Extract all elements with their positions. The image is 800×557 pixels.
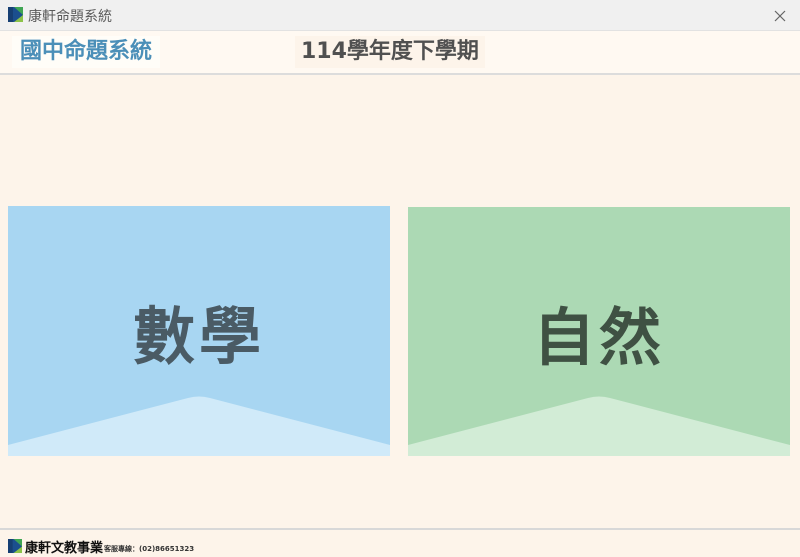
semester-label: 114學年度下學期 [295,36,485,68]
subject-label-science: 自然 [532,301,665,374]
close-icon [774,10,786,21]
brand-logo-icon [8,539,22,553]
subject-label-math: 數學 [132,300,265,373]
subject-card-science[interactable]: 自然 [408,207,790,456]
footer-brand: 康軒文教事業 [25,541,104,556]
app-header: 國中命題系統 114學年度下學期 [0,31,800,75]
window-titlebar: 康軒命題系統 [0,0,800,31]
subject-card-math[interactable]: 數學 [8,206,390,456]
app-logo-icon [8,7,23,22]
footer-phone: 客服專線：(02)86651323 [104,545,195,553]
window-close-button[interactable] [760,0,800,31]
window-title: 康軒命題系統 [28,9,112,25]
footer: 康軒文教事業 客服專線：(02)86651323 [0,530,800,557]
system-title: 國中命題系統 [12,36,161,68]
